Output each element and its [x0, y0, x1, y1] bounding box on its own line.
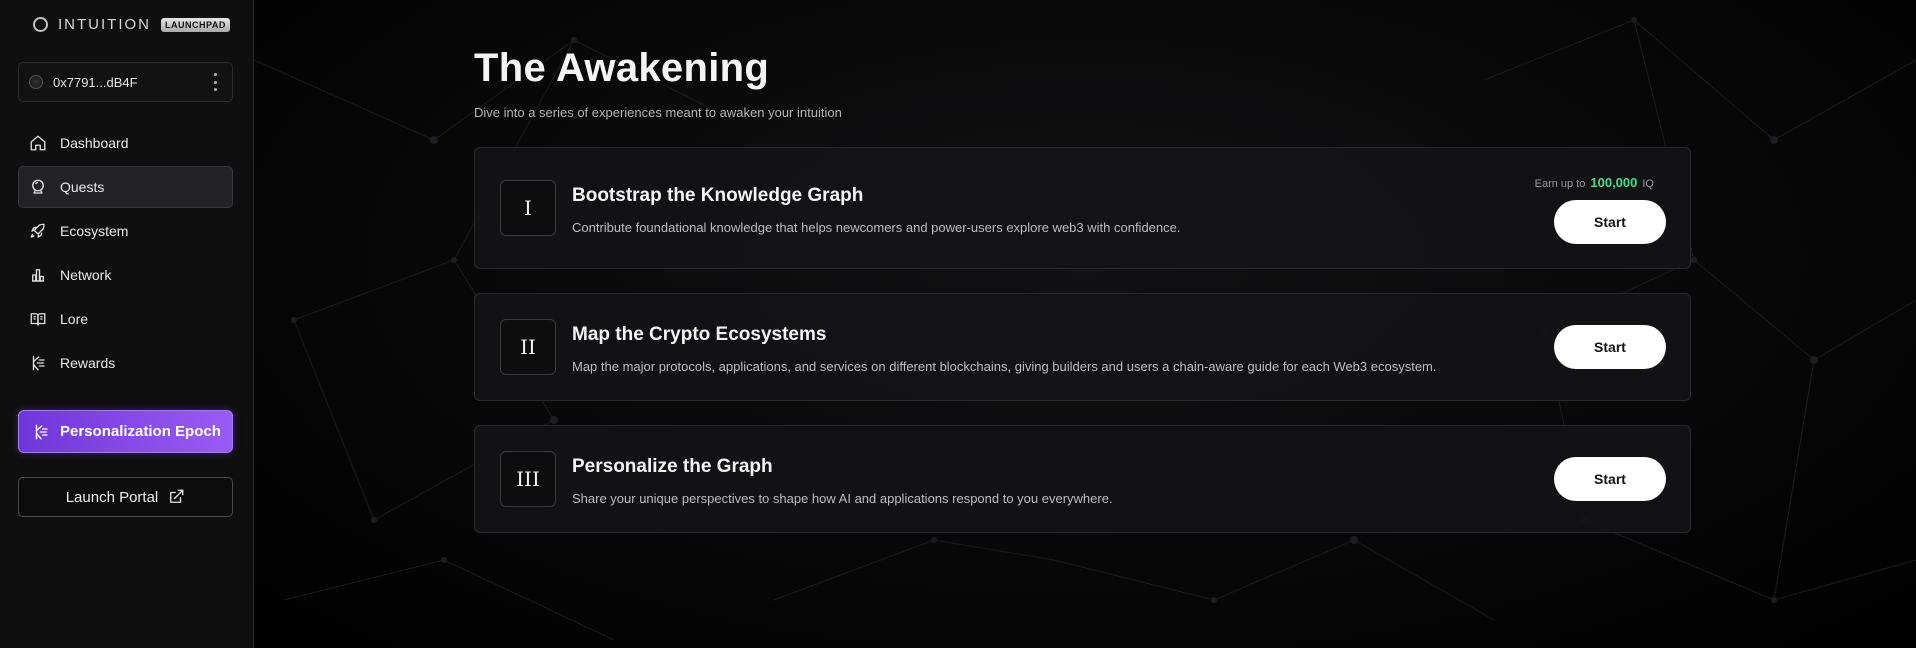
quest-description: Map the major protocols, applications, a…: [572, 359, 1437, 374]
chart-icon: [29, 266, 47, 284]
launch-portal-button[interactable]: Launch Portal: [18, 477, 233, 517]
quest-card-crypto-ecosystems[interactable]: II Map the Crypto Ecosystems Map the maj…: [474, 293, 1691, 401]
start-button[interactable]: Start: [1554, 457, 1666, 501]
quest-numeral: III: [500, 451, 556, 507]
quest-title: Bootstrap the Knowledge Graph: [572, 185, 864, 206]
sidebar-item-label: Dashboard: [60, 135, 129, 151]
rewards-icon: [29, 354, 47, 372]
personalization-icon: [32, 423, 50, 441]
sidebar-item-ecosystem[interactable]: Ecosystem: [18, 210, 233, 252]
quest-card-bootstrap[interactable]: I Bootstrap the Knowledge Graph Contribu…: [474, 147, 1691, 269]
sidebar-item-quests[interactable]: Quests: [18, 166, 233, 208]
personalization-epoch-button[interactable]: Personalization Epoch: [18, 410, 233, 453]
page-subtitle: Dive into a series of experiences meant …: [474, 105, 842, 120]
sidebar: INTUITION LAUNCHPAD 0x7791...dB4F Dashbo…: [0, 0, 254, 648]
wallet-address: 0x7791...dB4F: [53, 74, 138, 90]
quest-description: Contribute foundational knowledge that h…: [572, 220, 1181, 235]
reward-unit: IQ: [1642, 178, 1654, 190]
quest-numeral: II: [500, 319, 556, 375]
brand-name: INTUITION: [58, 16, 151, 33]
sidebar-item-lore[interactable]: Lore: [18, 298, 233, 340]
reward-amount: 100,000: [1590, 175, 1638, 190]
launch-portal-label: Launch Portal: [65, 488, 159, 506]
sidebar-item-rewards[interactable]: Rewards: [18, 342, 233, 384]
sidebar-item-label: Network: [60, 267, 112, 283]
quest-description: Share your unique perspectives to shape …: [572, 491, 1113, 506]
wallet-account[interactable]: 0x7791...dB4F: [18, 62, 233, 102]
start-button[interactable]: Start: [1554, 200, 1666, 244]
epoch-label: Personalization Epoch: [60, 423, 221, 440]
quest-reward: Earn up to 100,000 IQ: [1535, 175, 1654, 190]
sidebar-nav: Dashboard Quests Ecosystem Network Lore: [18, 122, 233, 386]
external-link-icon: [167, 488, 185, 506]
book-icon: [29, 310, 47, 328]
sidebar-item-dashboard[interactable]: Dashboard: [18, 122, 233, 164]
sidebar-item-network[interactable]: Network: [18, 254, 233, 296]
rocket-icon: [29, 222, 47, 240]
home-icon: [29, 134, 47, 152]
wallet-avatar-icon: [29, 75, 43, 89]
main-content: The Awakening Dive into a series of expe…: [254, 0, 1916, 648]
sidebar-item-label: Ecosystem: [60, 223, 129, 239]
sidebar-item-label: Lore: [60, 311, 89, 327]
quest-title: Map the Crypto Ecosystems: [572, 324, 827, 345]
quest-card-personalize[interactable]: III Personalize the Graph Share your uni…: [474, 425, 1691, 533]
sidebar-item-label: Rewards: [60, 355, 116, 371]
more-vertical-icon[interactable]: [208, 73, 222, 91]
start-button[interactable]: Start: [1554, 325, 1666, 369]
intuition-logo-icon: [33, 17, 48, 32]
quest-numeral: I: [500, 180, 556, 236]
brand-logo[interactable]: INTUITION LAUNCHPAD: [33, 16, 230, 33]
crystal-ball-icon: [29, 178, 47, 196]
quest-title: Personalize the Graph: [572, 456, 773, 477]
reward-prefix: Earn up to: [1534, 178, 1586, 190]
sidebar-item-label: Quests: [60, 179, 105, 195]
page-title: The Awakening: [474, 46, 770, 90]
launchpad-badge: LAUNCHPAD: [161, 17, 230, 32]
